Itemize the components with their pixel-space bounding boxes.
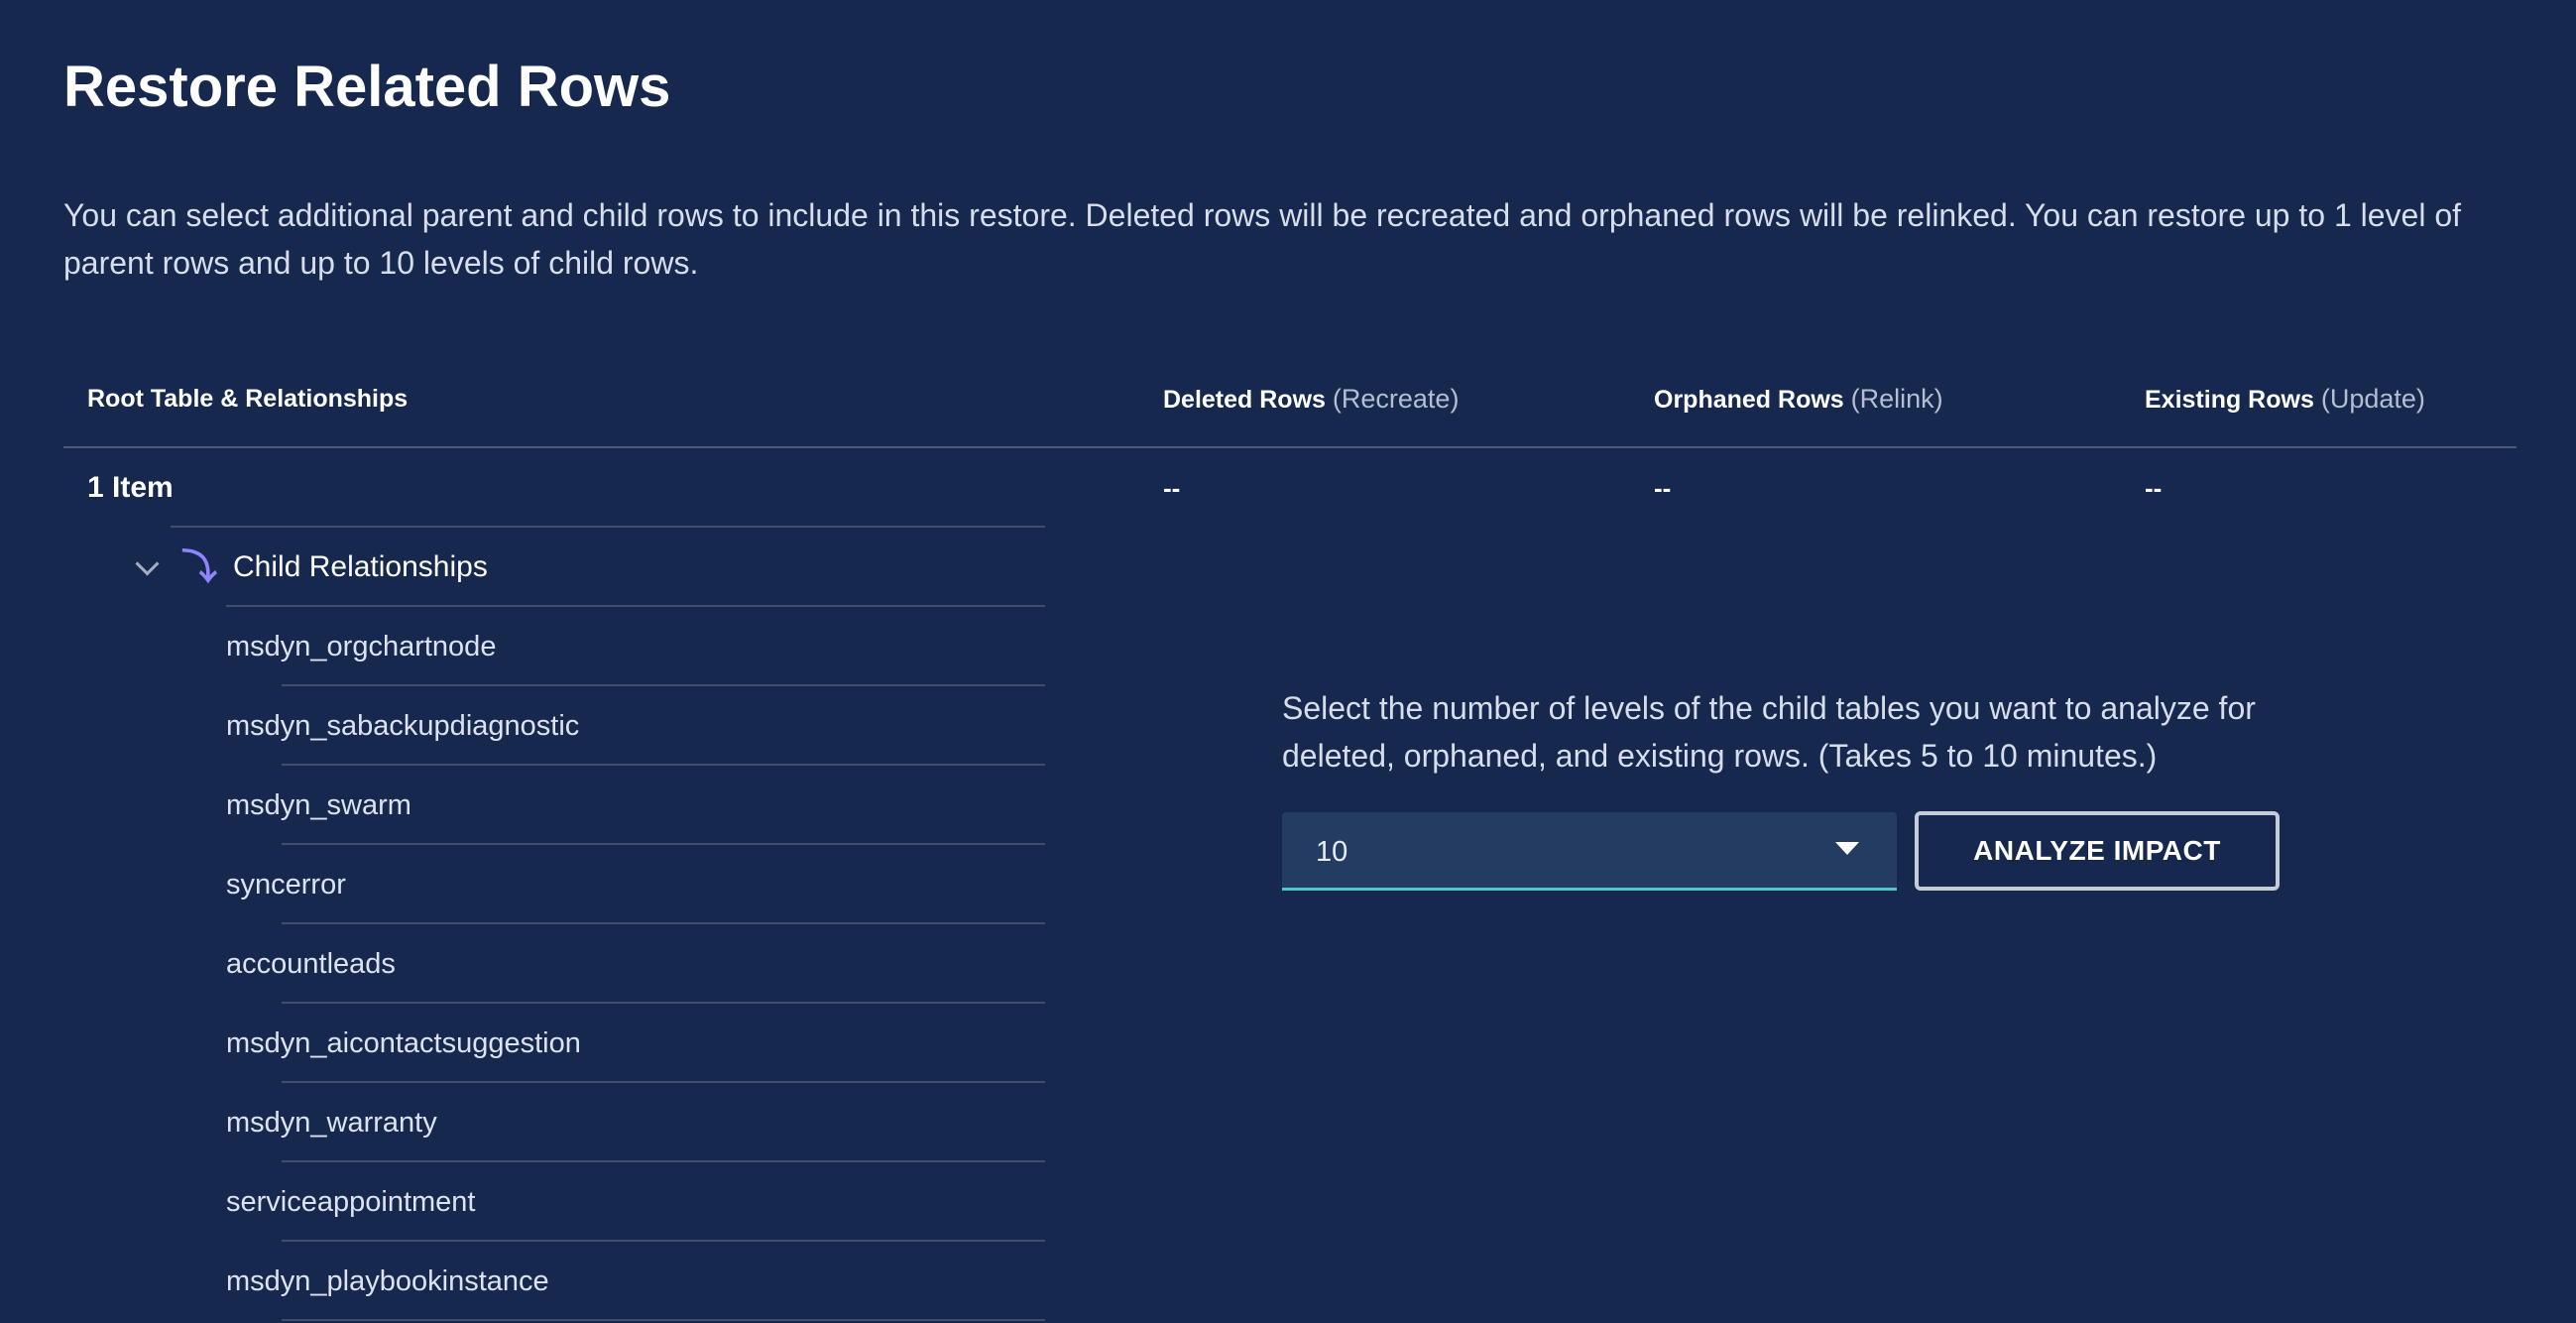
row-divider	[282, 1319, 1045, 1321]
root-row-existing-value: --	[2145, 473, 2163, 503]
row-divider	[282, 843, 1045, 845]
child-table-item[interactable]: accountleads	[226, 944, 396, 984]
row-divider	[282, 1240, 1045, 1242]
caret-down-icon	[1835, 842, 1859, 855]
column-header-root: Root Table & Relationships	[87, 381, 408, 417]
root-row-deleted-value: --	[1163, 473, 1181, 503]
column-header-deleted-label: Deleted Rows	[1163, 386, 1326, 414]
child-table-item[interactable]: msdyn_aicontactsuggestion	[226, 1023, 581, 1063]
row-divider	[282, 1160, 1045, 1162]
column-header-deleted: Deleted Rows (Recreate)	[1163, 381, 1459, 418]
analyze-impact-button[interactable]: ANALYZE IMPACT	[1915, 811, 2280, 891]
row-divider	[171, 526, 1045, 528]
chevron-down-icon[interactable]	[135, 550, 160, 576]
child-arrow-icon: ⤵	[181, 546, 218, 587]
row-divider	[282, 764, 1045, 766]
page-title: Restore Related Rows	[63, 55, 671, 119]
analyze-prompt: Select the number of levels of the child…	[1282, 690, 2256, 774]
column-header-root-label: Root Table & Relationships	[87, 385, 409, 413]
column-header-orphaned-sub: (Relink)	[1850, 384, 1943, 414]
header-divider	[63, 446, 2517, 448]
child-table-item[interactable]: msdyn_sabackupdiagnostic	[226, 706, 579, 746]
column-header-deleted-sub: (Recreate)	[1332, 384, 1460, 414]
row-divider	[282, 922, 1045, 924]
column-header-orphaned-label: Orphaned Rows	[1654, 386, 1844, 414]
root-row-label[interactable]: 1 Item	[87, 468, 174, 508]
row-divider	[226, 605, 1045, 607]
root-row-orphaned-value: --	[1654, 473, 1672, 503]
row-divider	[282, 684, 1045, 686]
child-table-item[interactable]: msdyn_swarm	[226, 785, 411, 825]
levels-dropdown[interactable]: 10	[1282, 812, 1897, 891]
child-table-item[interactable]: serviceappointment	[226, 1182, 475, 1222]
child-table-item[interactable]: msdyn_warranty	[226, 1103, 437, 1143]
child-table-item[interactable]: msdyn_orgchartnode	[226, 627, 496, 666]
page-description: You can select additional parent and chi…	[63, 197, 2462, 281]
column-header-existing-sub: (Update)	[2320, 384, 2425, 414]
child-table-item[interactable]: msdyn_playbookinstance	[226, 1262, 549, 1301]
child-table-item[interactable]: syncerror	[226, 865, 346, 904]
column-header-existing-label: Existing Rows	[2145, 386, 2314, 414]
row-divider	[282, 1002, 1045, 1004]
column-header-orphaned: Orphaned Rows (Relink)	[1654, 381, 1943, 418]
levels-dropdown-value: 10	[1316, 836, 1348, 868]
row-divider	[282, 1081, 1045, 1083]
column-header-existing: Existing Rows (Update)	[2145, 381, 2425, 418]
child-relationships-label: Child Relationships	[233, 550, 488, 583]
restore-related-rows-page: Restore Related Rows You can select addi…	[0, 0, 2576, 1323]
child-relationships-group[interactable]: ⤵ Child Relationships	[135, 545, 488, 589]
